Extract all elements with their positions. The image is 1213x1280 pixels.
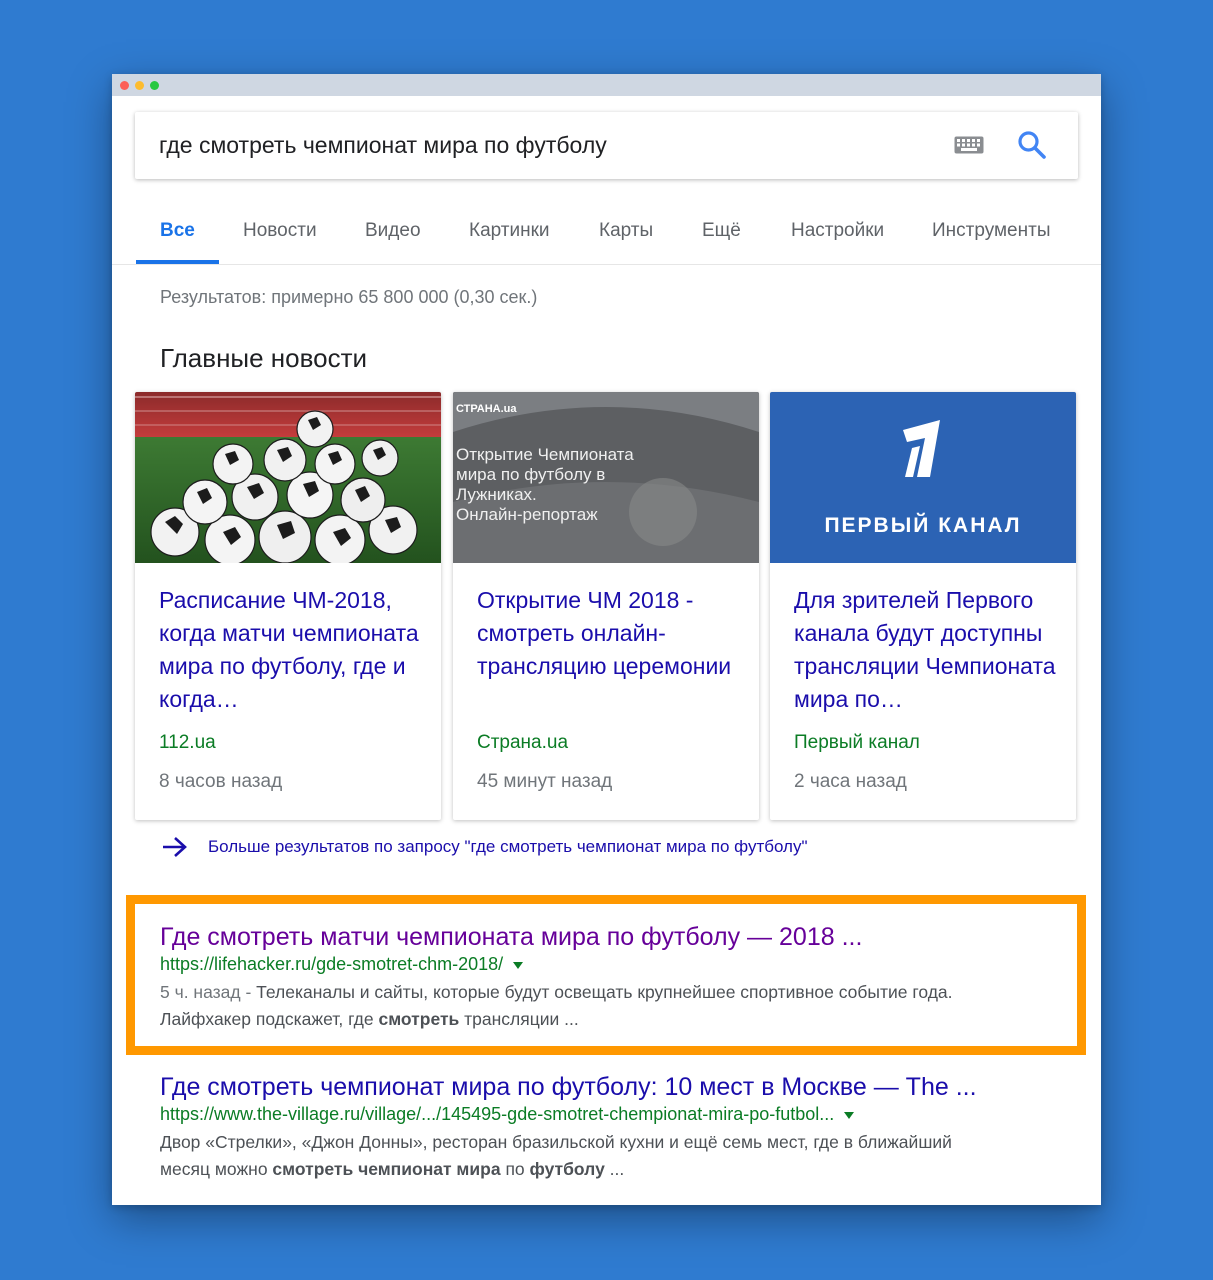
- snippet-text: Телеканалы и сайты, которые будут освеща…: [256, 982, 953, 1002]
- snippet-keyword: смотреть: [378, 1009, 460, 1029]
- tab-settings[interactable]: Настройки: [791, 220, 884, 242]
- result-title-link[interactable]: Где смотреть чемпионат мира по футболу: …: [160, 1072, 1060, 1102]
- thumb-line: Открытие Чемпионата: [456, 445, 634, 464]
- result-url-text[interactable]: https://www.the-village.ru/village/.../1…: [160, 1104, 834, 1124]
- active-tab-indicator: [136, 260, 219, 264]
- result-title-link[interactable]: Где смотреть матчи чемпионата мира по фу…: [160, 922, 1060, 952]
- tab-all[interactable]: Все: [160, 220, 195, 242]
- result-date: 5 ч. назад -: [160, 982, 257, 1002]
- news-thumbnail: [135, 392, 441, 563]
- snippet-keyword: футболу: [529, 1159, 605, 1179]
- news-headline[interactable]: Открытие ЧМ 2018 - смотреть онлайн-транс…: [477, 584, 742, 683]
- result-url: https://lifehacker.ru/gde-smotret-chm-20…: [160, 954, 1060, 975]
- thumb-line: мира по футболу в: [456, 465, 605, 484]
- snippet-keyword: смотреть чемпионат мира: [272, 1159, 501, 1179]
- news-source: 112.ua: [159, 732, 216, 753]
- thumb-line: Лужниках.: [456, 485, 537, 504]
- news-headline[interactable]: Для зрителей Первого канала будут доступ…: [794, 584, 1059, 716]
- more-news-label[interactable]: Больше результатов по запросу "где смотр…: [208, 837, 808, 857]
- search-result: Где смотреть матчи чемпионата мира по фу…: [160, 922, 1060, 1033]
- news-source: Первый канал: [794, 732, 920, 753]
- search-result: Где смотреть чемпионат мира по футболу: …: [160, 1072, 1060, 1183]
- result-snippet: 5 ч. назад - Телеканалы и сайты, которые…: [160, 979, 1060, 1033]
- snippet-text: Лайфхакер подскажет, где: [160, 1009, 379, 1029]
- search-input[interactable]: где смотреть чемпионат мира по футболу: [159, 132, 607, 159]
- search-tabs: Все Новости Видео Картинки Карты Ещё Нас…: [112, 214, 1101, 265]
- news-card[interactable]: СТРАНА.ua Открытие Чемпионата мира по фу…: [453, 392, 759, 820]
- snippet-text: месяц можно: [160, 1159, 273, 1179]
- close-window-button[interactable]: [120, 81, 129, 90]
- snippet-text: трансляции ...: [459, 1009, 579, 1029]
- zoom-window-button[interactable]: [150, 81, 159, 90]
- thumb-brand: СТРАНА.ua: [456, 403, 517, 415]
- top-news-heading: Главные новости: [160, 343, 368, 373]
- result-stats: Результатов: примерно 65 800 000 (0,30 с…: [160, 287, 538, 307]
- caret-down-icon[interactable]: [513, 961, 524, 969]
- tab-maps[interactable]: Карты: [599, 220, 653, 242]
- arrow-right-icon: [160, 835, 190, 864]
- snippet-text: ...: [604, 1159, 625, 1179]
- result-snippet: Двор «Стрелки», «Джон Донны», ресторан б…: [160, 1129, 1060, 1183]
- tab-video[interactable]: Видео: [365, 220, 421, 242]
- keyboard-icon[interactable]: [954, 136, 984, 159]
- tab-more[interactable]: Ещё: [702, 220, 741, 242]
- news-thumbnail: СТРАНА.ua Открытие Чемпионата мира по фу…: [453, 392, 759, 563]
- news-time: 2 часа назад: [794, 771, 907, 792]
- result-url: https://www.the-village.ru/village/.../1…: [160, 1104, 1060, 1125]
- caret-down-icon[interactable]: [844, 1111, 855, 1119]
- news-time: 8 часов назад: [159, 771, 283, 792]
- thumb-line: Онлайн-репортаж: [456, 505, 598, 524]
- thumb-channel-name: ПЕРВЫЙ КАНАЛ: [824, 513, 1021, 537]
- news-headline[interactable]: Расписание ЧМ-2018, когда матчи чемпиона…: [159, 584, 424, 716]
- window-titlebar: [112, 74, 1101, 96]
- news-thumbnail: ПЕРВЫЙ КАНАЛ: [770, 392, 1076, 563]
- result-url-text[interactable]: https://lifehacker.ru/gde-smotret-chm-20…: [160, 954, 503, 974]
- browser-window: где смотреть чемпионат мира по футболу В…: [112, 74, 1101, 1205]
- search-box[interactable]: где смотреть чемпионат мира по футболу: [135, 112, 1078, 179]
- news-source: Страна.ua: [477, 732, 569, 753]
- tab-news[interactable]: Новости: [243, 220, 317, 242]
- tab-tools[interactable]: Инструменты: [932, 220, 1050, 242]
- news-card[interactable]: Расписание ЧМ-2018, когда матчи чемпиона…: [135, 392, 441, 820]
- tab-images[interactable]: Картинки: [469, 220, 550, 242]
- news-card[interactable]: ПЕРВЫЙ КАНАЛ Для зрителей Первого канала…: [770, 392, 1076, 820]
- snippet-text: Двор «Стрелки», «Джон Донны», ресторан б…: [160, 1132, 952, 1152]
- snippet-text: по: [500, 1159, 530, 1179]
- news-time: 45 минут назад: [477, 771, 613, 792]
- search-icon[interactable]: [1016, 129, 1048, 166]
- minimize-window-button[interactable]: [135, 81, 144, 90]
